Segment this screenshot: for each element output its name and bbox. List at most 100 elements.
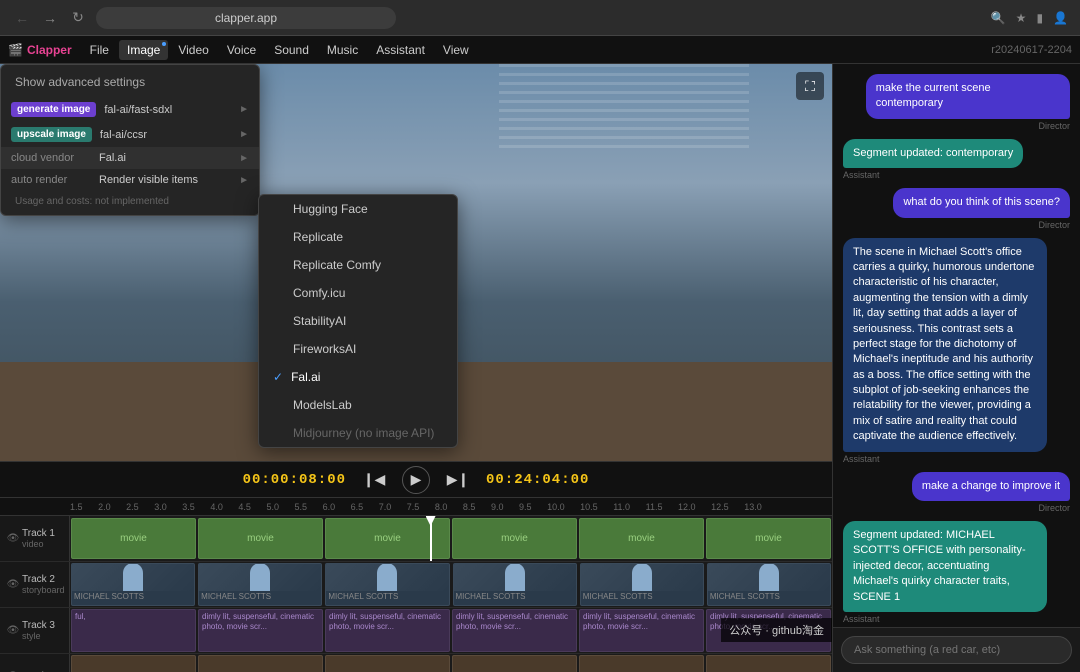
vendor-comfy-icu[interactable]: Comfy.icu — [259, 279, 457, 307]
blind-slat — [499, 73, 749, 76]
vendor-huggingface[interactable]: Hugging Face — [259, 195, 457, 223]
menu-sound[interactable]: Sound — [266, 40, 317, 60]
vendor-replicate[interactable]: Replicate — [259, 223, 457, 251]
clip-label: MICHAEL SCOTTS — [199, 591, 321, 602]
autorender-row[interactable]: auto render Render visible items ► — [1, 169, 259, 191]
menu-music[interactable]: Music — [319, 40, 366, 60]
autorender-label: auto render — [11, 174, 91, 186]
video-clip[interactable]: movie — [706, 518, 831, 559]
vendor-label: cloud vendor — [11, 152, 91, 164]
menu-timestamp: r20240617-2204 — [991, 44, 1072, 56]
track-3-content[interactable]: ful, dimly lit, suspenseful, cinematic p… — [70, 608, 832, 653]
menu-view[interactable]: View — [435, 40, 477, 60]
style-clip[interactable]: ful, — [71, 609, 196, 652]
vendor-fal-ai[interactable]: Fal.ai — [259, 363, 457, 391]
chat-messages[interactable]: make the current scene contemporary Dire… — [833, 64, 1080, 627]
menu-video[interactable]: Video — [170, 40, 216, 60]
skip-back-button[interactable]: ❙◀ — [362, 468, 386, 492]
style-clip-text: dimly lit, suspenseful, cinematic photo,… — [583, 612, 700, 633]
chat-message-4: The scene in Michael Scott's office carr… — [843, 238, 1047, 452]
vendor-stabilityai[interactable]: StabilityAI — [259, 307, 457, 335]
menu-image[interactable]: Image — [119, 40, 168, 60]
track-4-clip[interactable] — [71, 655, 196, 672]
track-4-visibility-toggle[interactable]: 👁 — [4, 668, 22, 672]
vendor-modelslab[interactable]: ModelsLab — [259, 391, 457, 419]
chat-message-3: what do you think of this scene? — [893, 188, 1070, 217]
vendor-row[interactable]: cloud vendor Fal.ai ► — [1, 147, 259, 169]
search-icon[interactable]: 🔍 — [991, 11, 1006, 25]
blind-slat — [499, 100, 749, 103]
track-3-visibility-toggle[interactable]: 👁 — [4, 622, 22, 640]
generate-badge[interactable]: generate image — [11, 102, 96, 117]
autorender-value: Render visible items — [99, 174, 231, 186]
track-4-clip[interactable] — [198, 655, 323, 672]
profile-icon[interactable]: 👤 — [1053, 11, 1068, 25]
vendor-fireworksai[interactable]: FireworksAI — [259, 335, 457, 363]
track-1-label: 👁 Track 1 video — [0, 516, 70, 561]
video-clip[interactable]: movie — [71, 518, 196, 559]
chat-message-6-wrapper: Segment updated: MICHAEL SCOTT'S OFFICE … — [843, 521, 1070, 624]
track-3-type: style — [22, 631, 61, 641]
video-clip[interactable]: movie — [579, 518, 704, 559]
clip-figure — [123, 563, 143, 591]
storyboard-clip[interactable]: MICHAEL SCOTTS — [580, 563, 704, 606]
storyboard-clip[interactable]: MICHAEL SCOTTS — [325, 563, 449, 606]
chat-label-3: Director — [1038, 220, 1070, 230]
ruler-mark: 5.0 — [266, 502, 279, 512]
ruler-mark: 10.5 — [580, 502, 598, 512]
ruler-mark: 11.5 — [646, 502, 663, 512]
vendor-midjourney[interactable]: Midjourney (no image API) — [259, 419, 457, 447]
ruler-mark: 4.0 — [210, 502, 223, 512]
forward-button[interactable]: → — [40, 10, 60, 26]
upscale-value[interactable]: fal-ai/ccsr — [100, 129, 231, 141]
style-clip[interactable]: dimly lit, suspenseful, cinematic photo,… — [325, 609, 450, 652]
upscale-badge[interactable]: upscale image — [11, 127, 92, 142]
track-1-content[interactable]: movie movie movie movie movie movie — [70, 516, 832, 561]
track-4-row: 👁 Track 4 — [0, 654, 832, 672]
storyboard-clip[interactable]: MICHAEL SCOTTS — [453, 563, 577, 606]
vendor-replicate-comfy[interactable]: Replicate Comfy — [259, 251, 457, 279]
track-2-visibility-toggle[interactable]: 👁 — [4, 576, 22, 594]
ruler-mark: 6.5 — [351, 502, 364, 512]
track-2-name: Track 2 — [22, 574, 61, 585]
track-4-clip[interactable] — [579, 655, 704, 672]
track-4-clip[interactable] — [452, 655, 577, 672]
extensions-icon[interactable]: ▮ — [1036, 11, 1043, 25]
menu-assistant[interactable]: Assistant — [368, 40, 433, 60]
chat-message-5-wrapper: make a change to improve it Director — [843, 472, 1070, 513]
track-4-content[interactable] — [70, 654, 832, 672]
style-clip[interactable]: dimly lit, suspenseful, cinematic photo,… — [452, 609, 577, 652]
ruler-mark: 11.0 — [613, 502, 630, 512]
storyboard-clip[interactable]: MICHAEL SCOTTS — [71, 563, 195, 606]
ruler-mark: 12.0 — [678, 502, 696, 512]
refresh-button[interactable]: ↻ — [68, 9, 88, 26]
style-clip[interactable]: dimly lit, suspenseful, cinematic photo,… — [198, 609, 323, 652]
play-button[interactable]: ▶ — [402, 466, 430, 494]
video-clip[interactable]: movie — [452, 518, 577, 559]
video-clip[interactable]: movie — [198, 518, 323, 559]
generate-value[interactable]: fal-ai/fast-sdxl — [104, 104, 231, 116]
menu-file[interactable]: File — [82, 40, 117, 60]
track-4-clips — [70, 654, 832, 672]
bookmark-icon[interactable]: ★ — [1016, 11, 1027, 25]
storyboard-clip[interactable]: MICHAEL SCOTTS — [707, 563, 831, 606]
ruler-mark: 9.0 — [491, 502, 504, 512]
clip-label: MICHAEL SCOTTS — [326, 591, 448, 602]
menu-voice[interactable]: Voice — [219, 40, 264, 60]
back-button[interactable]: ← — [12, 10, 32, 26]
track-1-visibility-toggle[interactable]: 👁 — [4, 530, 22, 548]
skip-forward-button[interactable]: ▶❙ — [446, 468, 470, 492]
track-4-clip[interactable] — [706, 655, 831, 672]
video-area: ⛶ Show advanced settings generate image … — [0, 64, 832, 461]
track-4-clip[interactable] — [325, 655, 450, 672]
storyboard-clip[interactable]: MICHAEL SCOTTS — [198, 563, 322, 606]
video-clip[interactable]: movie — [325, 518, 450, 559]
chat-input[interactable] — [841, 636, 1072, 664]
style-clip[interactable]: dimly lit, suspenseful, cinematic photo,… — [579, 609, 704, 652]
track-2-content[interactable]: MICHAEL SCOTTS MICHAEL SCOTTS — [70, 562, 832, 607]
browser-chrome: ← → ↻ clapper.app 🔍 ★ ▮ 👤 — [0, 0, 1080, 36]
track-1-type: video — [22, 539, 61, 549]
expand-button[interactable]: ⛶ — [796, 72, 824, 100]
url-bar[interactable]: clapper.app — [96, 7, 396, 29]
generate-arrow-icon: ► — [239, 104, 249, 115]
